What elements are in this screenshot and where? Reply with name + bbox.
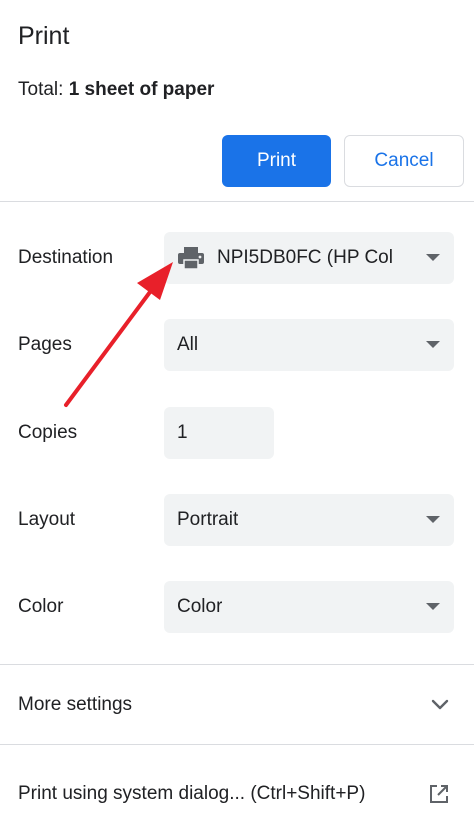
caret-down-icon — [426, 254, 440, 261]
total-value: 1 sheet of paper — [68, 79, 215, 100]
color-label: Color — [18, 596, 64, 617]
printer-icon — [178, 247, 204, 270]
pages-label: Pages — [18, 334, 72, 355]
sheet-total: Total: 1 sheet of paper — [18, 79, 214, 101]
color-select[interactable]: Color — [164, 581, 454, 633]
system-dialog-link[interactable]: Print using system dialog... (Ctrl+Shift… — [0, 745, 474, 837]
cancel-button[interactable]: Cancel — [344, 135, 464, 187]
print-button[interactable]: Print — [222, 135, 331, 187]
chevron-down-icon — [431, 699, 449, 710]
pages-select[interactable]: All — [164, 319, 454, 371]
total-label: Total: — [18, 79, 69, 100]
layout-label: Layout — [18, 509, 76, 530]
destination-value: NPI5DB0FC (HP Col — [217, 247, 393, 268]
pages-value: All — [177, 334, 199, 355]
caret-down-icon — [426, 603, 440, 610]
system-dialog-label: Print using system dialog... (Ctrl+Shift… — [18, 783, 366, 804]
divider — [0, 201, 474, 202]
layout-value: Portrait — [177, 509, 239, 530]
more-settings-label: More settings — [18, 694, 133, 715]
copies-input[interactable] — [164, 407, 274, 459]
color-value: Color — [177, 596, 223, 617]
more-settings-toggle[interactable]: More settings — [0, 665, 474, 744]
page-title: Print — [18, 22, 70, 50]
external-link-icon — [430, 785, 448, 803]
caret-down-icon — [426, 516, 440, 523]
copies-label: Copies — [18, 422, 78, 443]
destination-label: Destination — [18, 247, 114, 268]
layout-select[interactable]: Portrait — [164, 494, 454, 546]
print-dialog: Print Total: 1 sheet of paper Print Canc… — [0, 0, 474, 837]
caret-down-icon — [426, 341, 440, 348]
destination-select[interactable]: NPI5DB0FC (HP Col — [164, 232, 454, 284]
